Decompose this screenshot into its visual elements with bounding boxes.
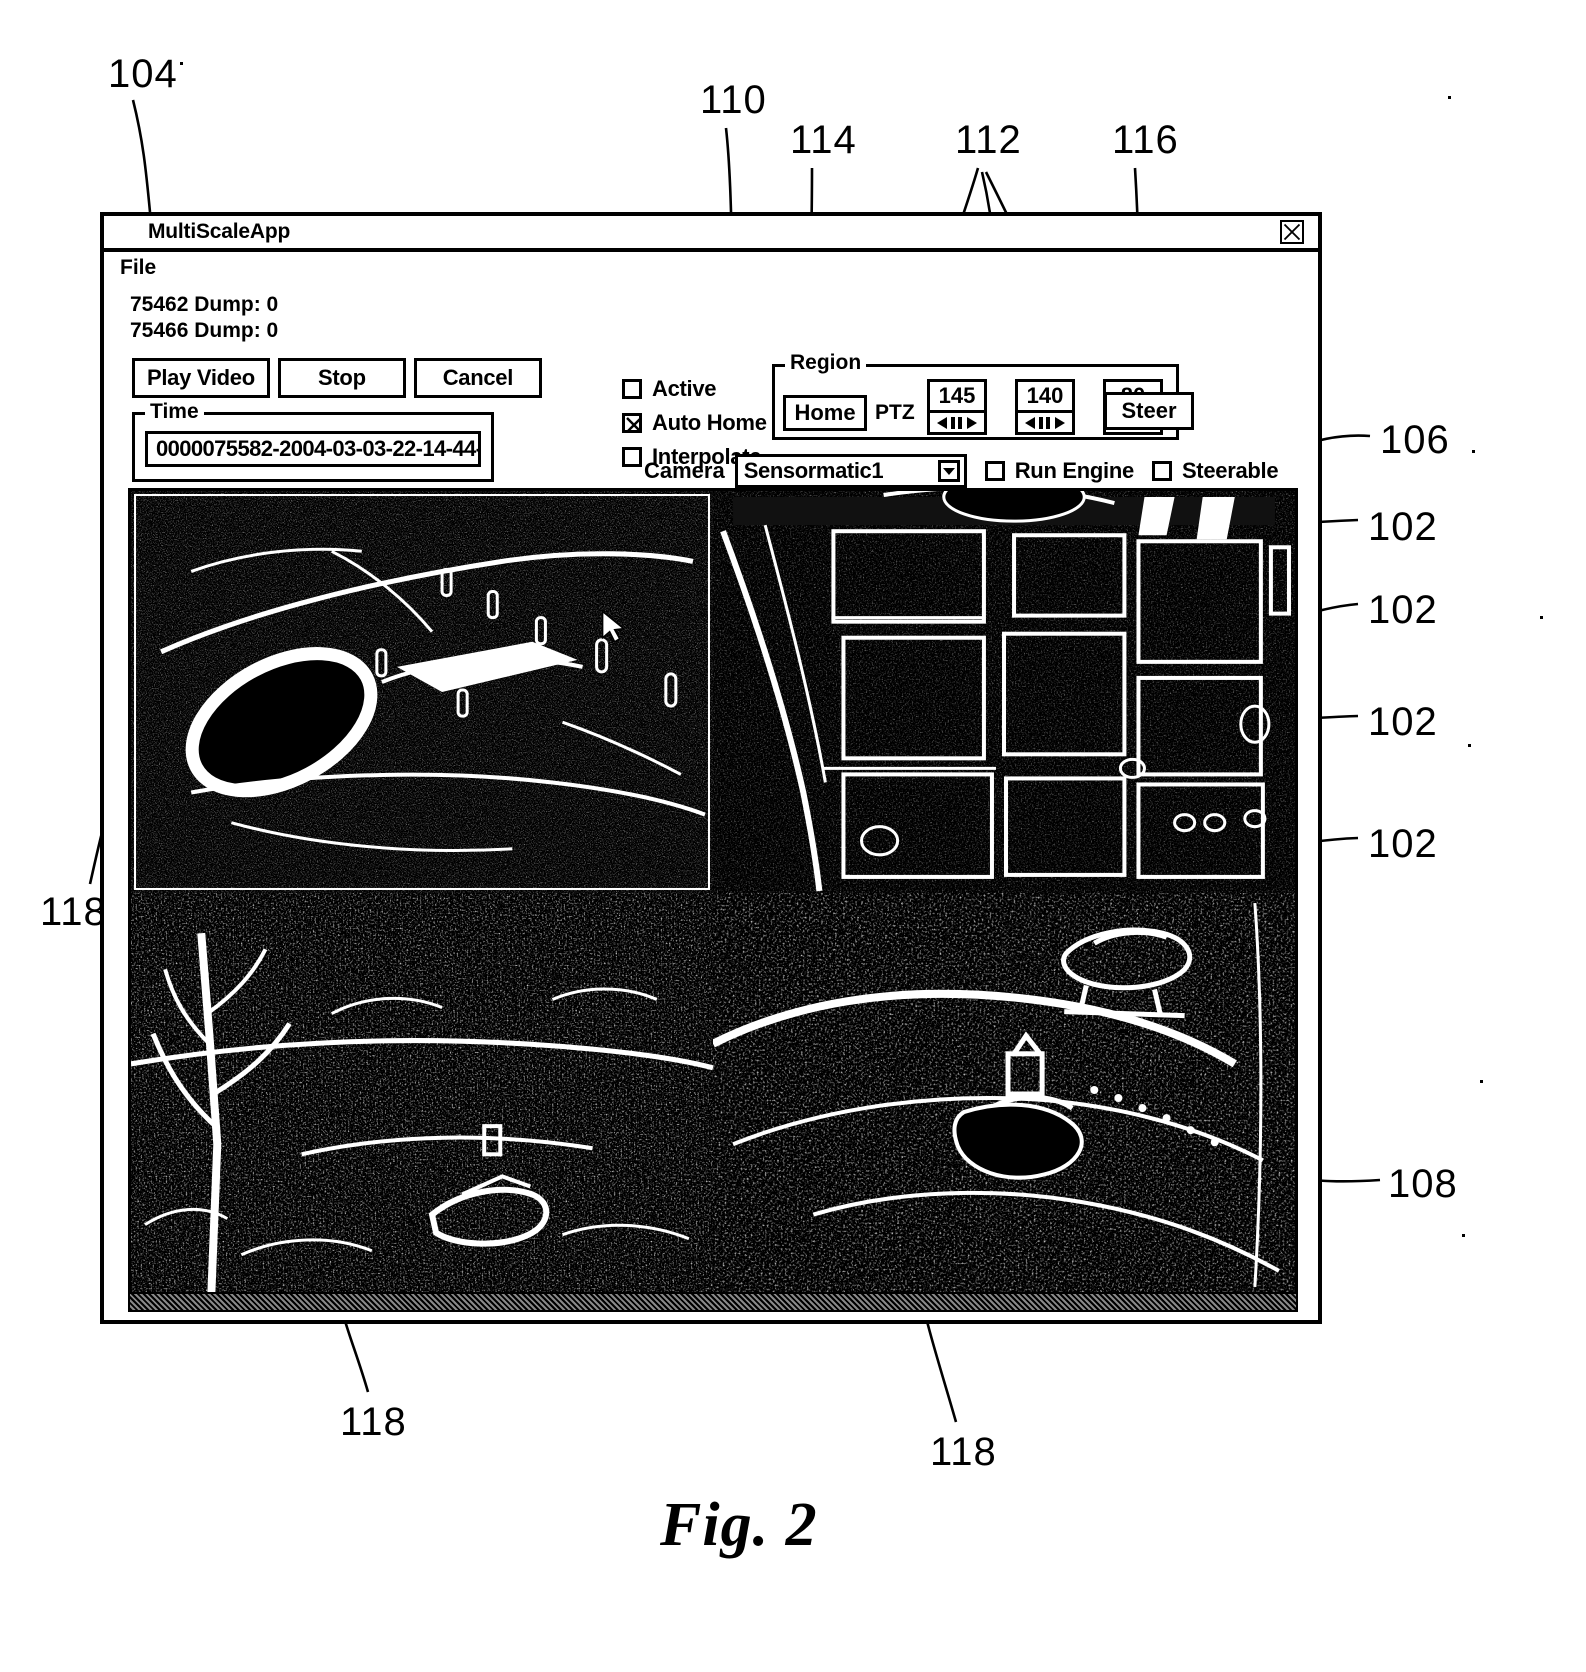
callout-118-b: 118	[340, 1400, 407, 1444]
video-quadrant-top-left[interactable]	[131, 491, 713, 893]
steerable-checkbox-label: Steerable	[1181, 458, 1279, 483]
window-title-bar: MultiScaleApp	[104, 216, 1318, 252]
active-checkbox-label: Active	[652, 376, 717, 401]
ptz-tilt-spinner[interactable]: 140	[1015, 379, 1075, 437]
status-line-2: 75466 Dump: 0	[130, 319, 279, 342]
callout-102-a: 102	[1368, 505, 1438, 549]
auto-home-checkbox[interactable]: Auto Home	[622, 408, 767, 438]
callout-114: 114	[790, 118, 857, 162]
checkbox-unchecked-icon	[622, 447, 642, 467]
chevron-down-icon[interactable]	[937, 460, 960, 482]
video-quad-view[interactable]	[128, 488, 1298, 1298]
callout-112: 112	[955, 118, 1022, 162]
ptz-pan-spinner[interactable]: 145	[927, 379, 987, 437]
scan-speck	[1462, 1234, 1465, 1237]
status-readout: 75462 Dump: 0 75466 Dump: 0	[130, 292, 278, 344]
callout-102-d: 102	[1368, 822, 1438, 866]
checkbox-unchecked-icon	[984, 461, 1005, 481]
ptz-pan-arrows[interactable]	[927, 413, 987, 435]
patent-figure-page: 104 110 114 112 116 106 102 102 102 102 …	[0, 0, 1586, 1672]
scan-speck	[1540, 616, 1543, 619]
run-engine-checkbox[interactable]: Run Engine	[984, 458, 1135, 484]
steerable-checkbox[interactable]: Steerable	[1151, 458, 1279, 484]
scan-speck	[180, 62, 183, 65]
video-quadrant-bottom-right[interactable]	[713, 893, 1295, 1295]
time-value-field[interactable]: 0000075582-2004-03-03-22-14-44-839	[145, 431, 481, 467]
checkbox-unchecked-icon	[1151, 461, 1172, 481]
ptz-tilt-value[interactable]: 140	[1015, 379, 1075, 413]
stop-button[interactable]: Stop	[277, 358, 406, 398]
camera-label: Camera	[644, 458, 725, 483]
checkbox-unchecked-icon	[622, 379, 642, 399]
video-quadrant-top-right[interactable]	[713, 491, 1295, 893]
run-engine-checkbox-label: Run Engine	[1014, 458, 1135, 483]
camera-selected-value: Sensormatic1	[743, 458, 884, 483]
transport-button-row: Play Video Stop Cancel	[132, 358, 550, 398]
window-title: MultiScaleApp	[148, 220, 291, 243]
close-icon[interactable]	[1280, 220, 1304, 244]
active-checkbox[interactable]: Active	[622, 374, 767, 404]
application-window: MultiScaleApp File 75462 Dump: 0 75466 D…	[100, 212, 1322, 1324]
video-quadrant-bottom-left[interactable]	[131, 893, 713, 1295]
callout-102-b: 102	[1368, 588, 1438, 632]
region-group-legend: Region	[785, 351, 867, 375]
callout-118-c: 118	[930, 1430, 997, 1474]
callout-102-c: 102	[1368, 700, 1438, 744]
ptz-tilt-arrows[interactable]	[1015, 413, 1075, 435]
ptz-pan-value[interactable]: 145	[927, 379, 987, 413]
scan-speck	[1468, 744, 1471, 747]
video-horizontal-scrollbar[interactable]	[128, 1292, 1298, 1312]
scan-speck	[1480, 1080, 1483, 1083]
callout-110: 110	[700, 78, 767, 122]
menu-item-file[interactable]: File	[120, 256, 156, 280]
ptz-label: PTZ	[875, 401, 915, 424]
steer-button[interactable]: Steer	[1104, 392, 1194, 430]
cancel-button[interactable]: Cancel	[413, 358, 542, 398]
figure-caption: Fig. 2	[660, 1491, 818, 1559]
camera-selection-row: Camera Sensormatic1 Run Engine Steerable	[644, 454, 1279, 488]
callout-118-a: 118	[40, 890, 107, 934]
camera-select[interactable]: Sensormatic1	[734, 454, 967, 488]
callout-106: 106	[1380, 418, 1450, 462]
callout-104: 104	[108, 52, 178, 96]
scan-speck	[1448, 96, 1451, 99]
scan-speck	[1472, 450, 1475, 453]
checkbox-checked-icon	[622, 413, 642, 433]
play-video-button[interactable]: Play Video	[132, 358, 270, 398]
auto-home-checkbox-label: Auto Home	[652, 410, 767, 435]
time-group-legend: Time	[145, 400, 204, 424]
home-button[interactable]: Home	[783, 395, 867, 431]
callout-108: 108	[1388, 1162, 1458, 1206]
time-group-box: Time 0000075582-2004-03-03-22-14-44-839	[132, 400, 494, 482]
status-line-1: 75462 Dump: 0	[130, 293, 279, 316]
callout-116: 116	[1112, 118, 1179, 162]
